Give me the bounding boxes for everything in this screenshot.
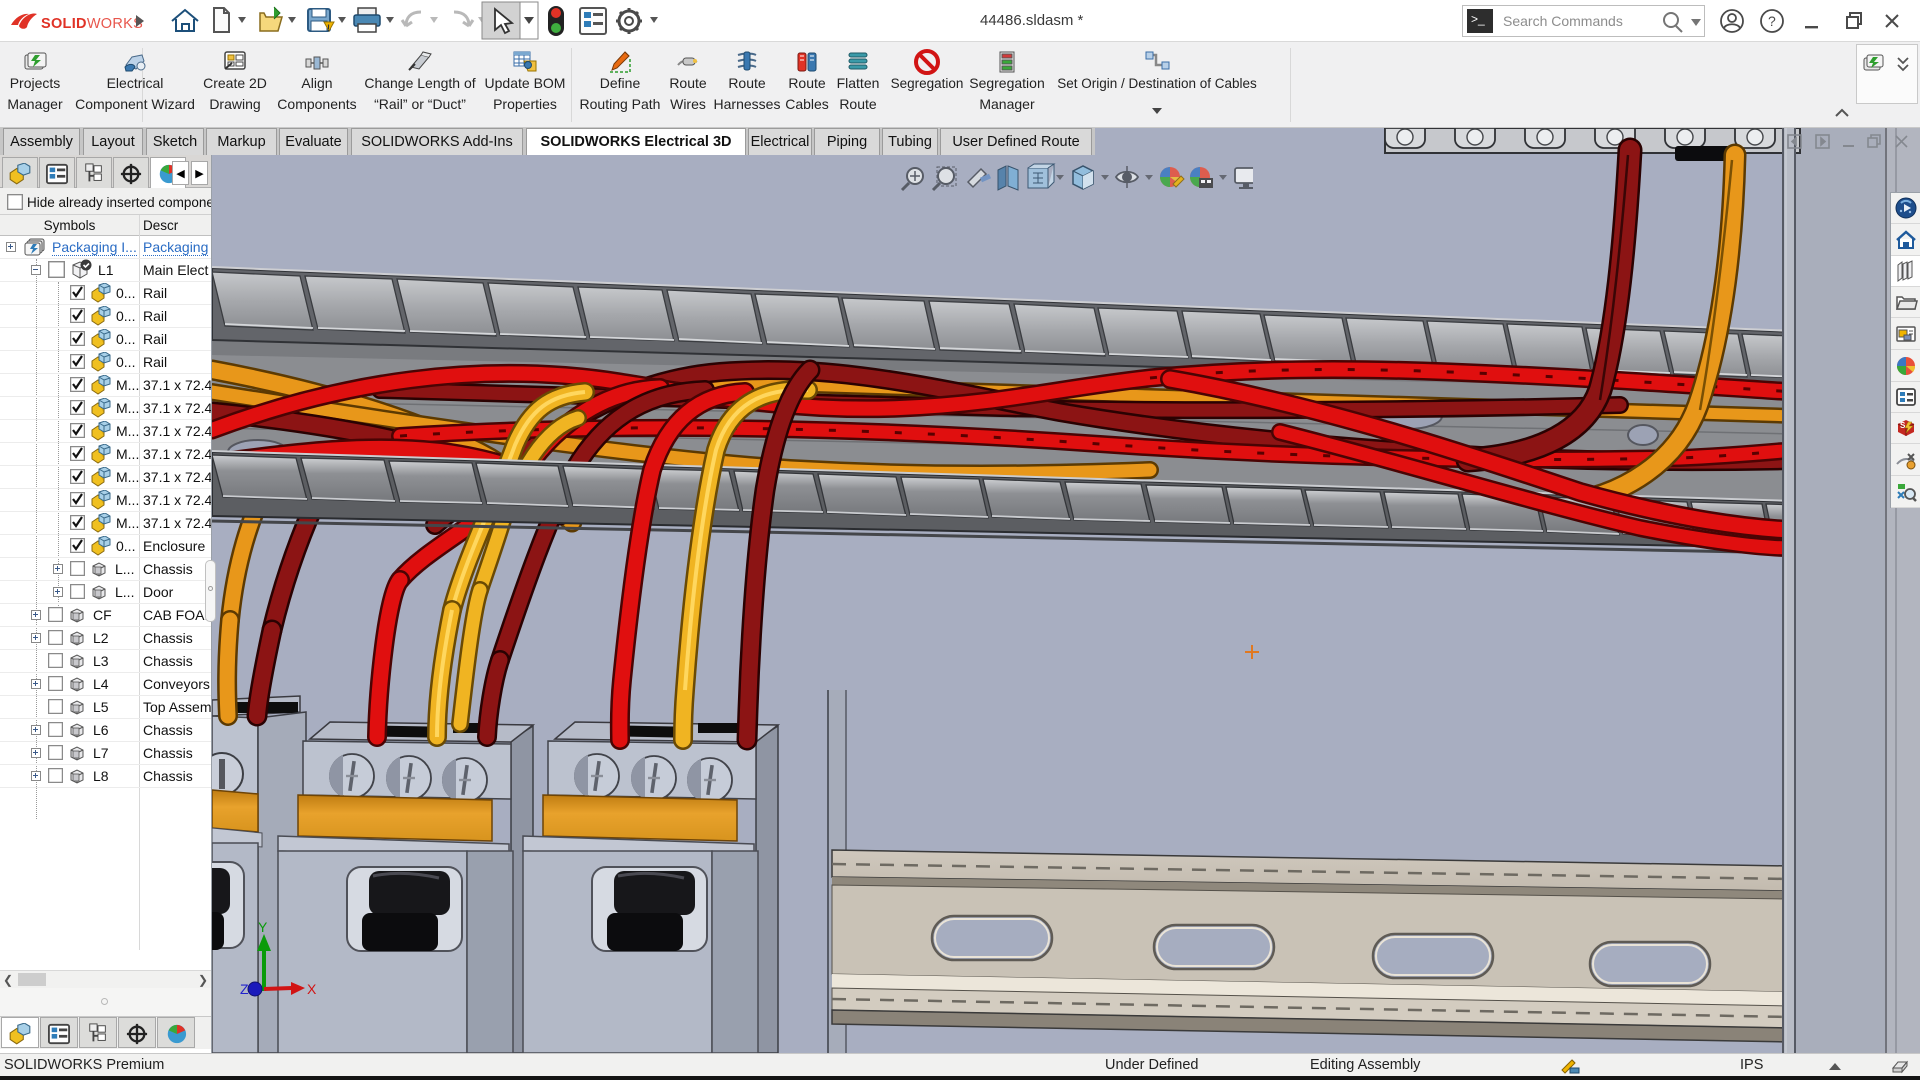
svg-text:X: X: [307, 981, 317, 997]
svg-text:!: !: [327, 23, 330, 33]
svg-text:Z: Z: [240, 981, 249, 997]
svg-text:Y: Y: [258, 919, 268, 935]
svg-text:SOLIDWORKS: SOLIDWORKS: [41, 16, 143, 32]
svg-text:?: ?: [1768, 13, 1776, 29]
svg-text:S: S: [1900, 421, 1906, 430]
